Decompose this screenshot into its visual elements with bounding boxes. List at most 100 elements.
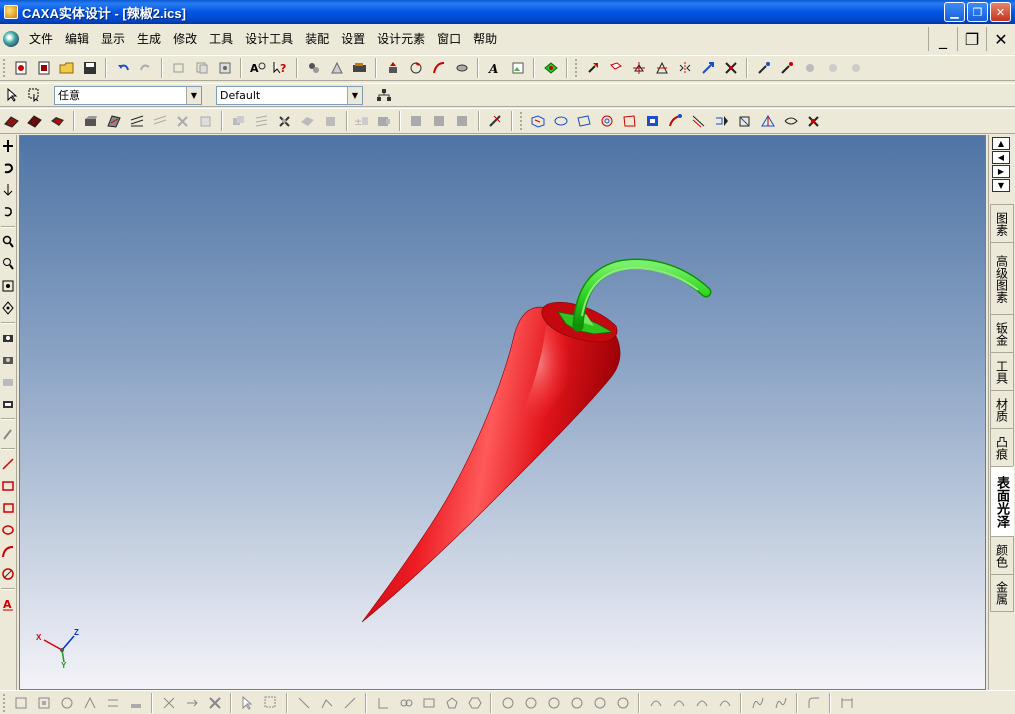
tab-emboss[interactable]: 凸痕 — [990, 428, 1014, 466]
align-icon[interactable] — [628, 58, 649, 79]
draw-rectangle-icon[interactable] — [418, 693, 439, 713]
tab-metals[interactable]: 金属 — [990, 574, 1014, 612]
design-tree-icon[interactable] — [303, 58, 324, 79]
sketch-arc-icon[interactable] — [0, 541, 16, 563]
constraint-snap-icon[interactable] — [79, 693, 100, 713]
array-icon[interactable] — [697, 58, 718, 79]
smart-render-icon[interactable] — [540, 58, 561, 79]
close-button[interactable]: ✕ — [990, 2, 1011, 22]
split-face-icon[interactable] — [149, 111, 170, 132]
tab-colors[interactable]: 颜色 — [990, 536, 1014, 574]
camera-target-icon[interactable] — [0, 349, 16, 371]
sketch-ellipse-icon[interactable] — [0, 563, 16, 585]
select-box-icon[interactable] — [24, 85, 45, 106]
sketch-extend-icon[interactable] — [181, 693, 202, 713]
constraint-stack-icon[interactable] — [125, 693, 146, 713]
draft-icon[interactable] — [103, 111, 124, 132]
tab-sheet-metal[interactable]: 钣金 — [990, 314, 1014, 352]
measure-icon[interactable] — [485, 111, 506, 132]
sketch-delete-icon[interactable] — [204, 693, 225, 713]
fillet-icon[interactable] — [1, 111, 22, 132]
catalog-next-icon[interactable]: ▶ — [992, 165, 1010, 178]
draw-arc-3p-icon[interactable] — [668, 693, 689, 713]
materials-icon[interactable] — [326, 58, 347, 79]
surface-sweep-icon[interactable] — [573, 111, 594, 132]
chevron-down-icon[interactable]: ▼ — [186, 86, 201, 104]
solid-intersect-icon[interactable] — [320, 111, 341, 132]
sketch-select-icon[interactable] — [237, 693, 258, 713]
surface-blend-icon[interactable] — [665, 111, 686, 132]
draw-hexagon-icon[interactable] — [464, 693, 485, 713]
assembly-tree-icon[interactable] — [373, 85, 394, 106]
selection-filter-select[interactable]: 任意 ▼ — [54, 85, 202, 105]
mdi-restore-button[interactable]: ❐ — [957, 27, 986, 51]
center-view-icon[interactable] — [0, 297, 16, 319]
pencil-icon[interactable] — [0, 423, 16, 445]
draw-chain-icon[interactable] — [395, 693, 416, 713]
pepper-body[interactable] — [361, 306, 621, 623]
delete-face-icon[interactable] — [172, 111, 193, 132]
find-icon[interactable]: A — [247, 58, 268, 79]
save-icon[interactable] — [79, 58, 100, 79]
zoom-icon[interactable] — [0, 231, 16, 253]
camera-disabled-icon[interactable] — [0, 371, 16, 393]
draw-ellipse-icon[interactable] — [566, 693, 587, 713]
design-viewport[interactable]: X Z Y — [19, 135, 986, 690]
face-offset-icon[interactable] — [80, 111, 101, 132]
menu-window[interactable]: 窗口 — [431, 28, 467, 50]
toolbar-grip[interactable] — [575, 59, 578, 77]
face-move-icon[interactable] — [605, 58, 626, 79]
look-at-icon[interactable] — [0, 179, 16, 201]
pepper-model[interactable] — [361, 258, 712, 623]
draw-bspline-icon[interactable] — [770, 693, 791, 713]
draw-polyline-icon[interactable] — [316, 693, 337, 713]
move-point-icon[interactable] — [582, 58, 603, 79]
catalog-first-icon[interactable]: ▲ — [992, 137, 1010, 150]
surface-trim-icon[interactable] — [734, 111, 755, 132]
menu-tools[interactable]: 工具 — [203, 28, 239, 50]
extrude-icon[interactable] — [382, 58, 403, 79]
draw-spline-icon[interactable] — [747, 693, 768, 713]
new-file-icon[interactable] — [10, 58, 31, 79]
toolbar-grip[interactable] — [3, 693, 6, 712]
surface-split-icon[interactable] — [757, 111, 778, 132]
toolbar-grip[interactable] — [3, 59, 6, 77]
scale-icon[interactable] — [720, 58, 741, 79]
pattern-curve-icon[interactable] — [452, 111, 473, 132]
loft-icon[interactable] — [451, 58, 472, 79]
tab-materials[interactable]: 材质 — [990, 390, 1014, 428]
draw-fillet-icon[interactable] — [803, 693, 824, 713]
constraint-rotate-icon[interactable] — [56, 693, 77, 713]
catalog-prev-icon[interactable]: ◀ — [992, 151, 1010, 164]
restore-button[interactable]: ❐ — [967, 2, 988, 22]
thicken-icon[interactable] — [195, 111, 216, 132]
paste-icon[interactable] — [214, 58, 235, 79]
solid-cut-icon[interactable] — [297, 111, 318, 132]
scene-canvas[interactable]: X Z Y — [20, 136, 986, 690]
mdi-minimize-button[interactable]: _ — [928, 27, 957, 51]
sketch-rect-icon[interactable] — [0, 475, 16, 497]
document-icon[interactable] — [3, 31, 19, 47]
constraint-box-icon[interactable] — [33, 693, 54, 713]
pan-icon[interactable] — [0, 135, 16, 157]
sweep-icon[interactable] — [428, 58, 449, 79]
context-help-icon[interactable]: ? — [270, 58, 291, 79]
menu-design-tools[interactable]: 设计工具 — [239, 28, 299, 50]
draw-arc-icon[interactable] — [645, 693, 666, 713]
menu-edit[interactable]: 编辑 — [59, 28, 95, 50]
mirror-icon[interactable] — [674, 58, 695, 79]
style-select[interactable]: Default ▼ — [216, 85, 363, 105]
cut-icon[interactable] — [168, 58, 189, 79]
eyedropper-icon[interactable] — [753, 58, 774, 79]
menu-design-elements[interactable]: 设计元素 — [371, 28, 431, 50]
menu-settings[interactable]: 设置 — [335, 28, 371, 50]
draw-circle-tangent-icon[interactable] — [589, 693, 610, 713]
menu-view[interactable]: 显示 — [95, 28, 131, 50]
split-icon[interactable] — [126, 111, 147, 132]
undo-icon[interactable] — [112, 58, 133, 79]
redo-icon[interactable] — [135, 58, 156, 79]
constraint-offset-icon[interactable] — [102, 693, 123, 713]
surface-mesh-icon[interactable] — [642, 111, 663, 132]
tab-primitives[interactable]: 图素 — [990, 204, 1014, 242]
sketch-rect-3p-icon[interactable] — [0, 497, 16, 519]
